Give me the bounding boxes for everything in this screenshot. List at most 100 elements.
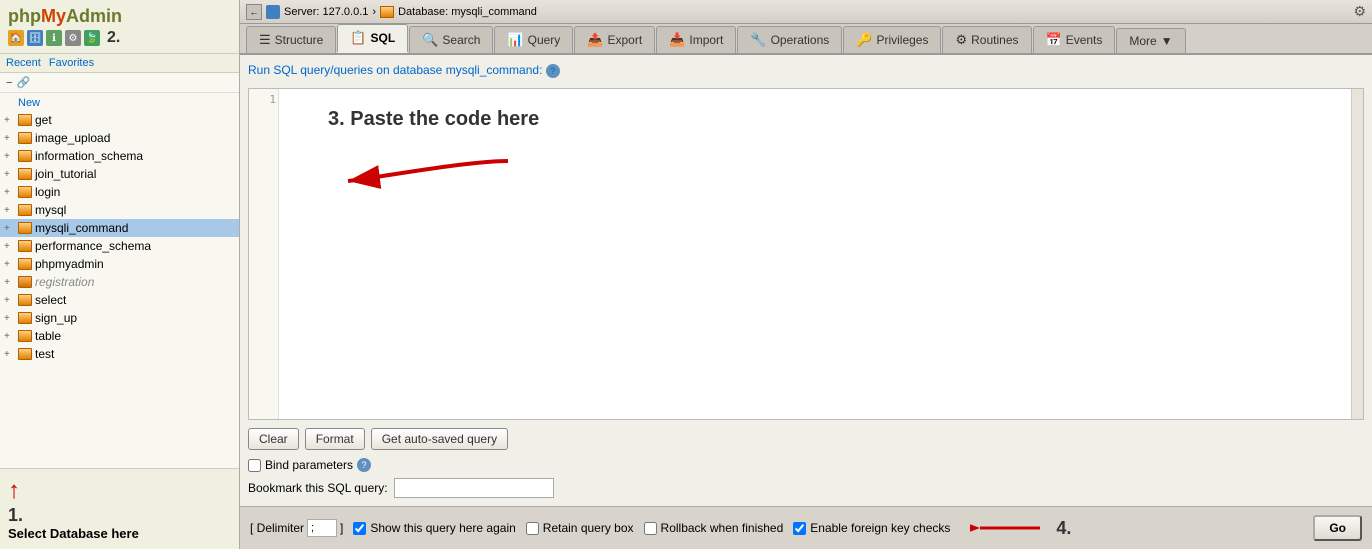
db-select[interactable]: + select [0, 291, 239, 309]
db-login[interactable]: + login [0, 183, 239, 201]
sql-editor-container: 1 [248, 88, 1364, 420]
editor-wrapper: 1 3. Paste the code here [248, 88, 1364, 420]
db-folder-icon [18, 131, 32, 145]
back-btn[interactable]: ← [246, 4, 262, 20]
delimiter-group: [ Delimiter ] [250, 519, 343, 537]
autosave-button[interactable]: Get auto-saved query [371, 428, 508, 450]
expand-icon: + [4, 205, 16, 216]
db-sign-up[interactable]: + sign_up [0, 309, 239, 327]
structure-tab-icon: ☰ [259, 32, 271, 48]
rollback-group: Rollback when finished [644, 521, 784, 535]
expand-icon: + [4, 277, 16, 288]
sidebar-bottom: ↑ 1. Select Database here [0, 468, 239, 549]
settings-icon-small[interactable]: ⚙ [65, 30, 81, 46]
db-test[interactable]: + test [0, 345, 239, 363]
tab-export[interactable]: 📤 Export [574, 26, 655, 53]
tab-search[interactable]: 🔍 Search [409, 26, 493, 53]
sql-content: Run SQL query/queries on database mysqli… [240, 55, 1372, 506]
bind-params-help-icon[interactable]: ? [357, 458, 371, 472]
expand-icon: + [4, 259, 16, 270]
db-phpmyadmin[interactable]: + phpmyadmin [0, 255, 239, 273]
sql-tab-icon: 📋 [350, 30, 366, 46]
arrow-right-4-svg [970, 513, 1050, 543]
show-again-checkbox[interactable] [353, 522, 366, 535]
db-folder-icon [18, 221, 32, 235]
db-mysqli-command[interactable]: + mysqli_command [0, 219, 239, 237]
bind-params-row: Bind parameters ? [248, 458, 1364, 472]
db-information-schema[interactable]: + information_schema [0, 147, 239, 165]
sql-editor[interactable] [279, 89, 1363, 419]
bookmark-input[interactable] [394, 478, 554, 498]
tab-sql[interactable]: 📋 SQL [337, 24, 408, 53]
tabbar: ☰ Structure 📋 SQL 🔍 Search 📊 Query 📤 Exp… [240, 24, 1372, 55]
settings-icon[interactable]: ⚙ [1353, 3, 1366, 20]
db-image-upload[interactable]: + image_upload [0, 129, 239, 147]
arrow-up-icon: ↑ [8, 477, 231, 505]
editor-scrollbar[interactable] [1351, 89, 1363, 419]
import-tab-icon: 📥 [669, 32, 685, 48]
bind-params-checkbox[interactable] [248, 459, 261, 472]
db-registration[interactable]: + registration [0, 273, 239, 291]
expand-icon: + [4, 151, 16, 162]
go-button[interactable]: Go [1313, 515, 1362, 541]
db-performance-schema[interactable]: + performance_schema [0, 237, 239, 255]
events-tab-icon: 📅 [1046, 32, 1062, 48]
db-folder-icon [18, 167, 32, 181]
tab-structure[interactable]: ☰ Structure [246, 26, 336, 53]
expand-icon: + [4, 313, 16, 324]
button-row: Clear Format Get auto-saved query [248, 426, 1364, 452]
sidebar: phpMyAdmin 🏠 🗄 ℹ ⚙ 🍃 2. Recent Favorites… [0, 0, 240, 549]
collapse-btn[interactable]: − [6, 77, 12, 89]
privileges-tab-icon: 🔑 [856, 32, 872, 48]
tab-events[interactable]: 📅 Events [1033, 26, 1116, 53]
db-join-tutorial[interactable]: + join_tutorial [0, 165, 239, 183]
expand-icon: + [4, 241, 16, 252]
db-mysql[interactable]: + mysql [0, 201, 239, 219]
expand-icon: + [4, 349, 16, 360]
sidebar-controls: − 🔗 [0, 73, 239, 93]
sidebar-header: phpMyAdmin 🏠 🗄 ℹ ⚙ 🍃 2. [0, 0, 239, 54]
tab-routines[interactable]: ⚙ Routines [942, 26, 1031, 53]
expand-icon: + [4, 169, 16, 180]
home-icon[interactable]: 🏠 [8, 30, 24, 46]
badge-4-group: 4. [970, 513, 1071, 543]
db-folder-icon [18, 347, 32, 361]
expand-icon: + [4, 331, 16, 342]
tab-query[interactable]: 📊 Query [494, 26, 573, 53]
favorites-link[interactable]: Favorites [49, 57, 94, 69]
expand-icon: + [4, 187, 16, 198]
show-again-group: Show this query here again [353, 521, 515, 535]
search-tab-icon: 🔍 [422, 32, 438, 48]
link-btn[interactable]: 🔗 [16, 76, 30, 89]
bookmark-row: Bookmark this SQL query: [248, 478, 1364, 498]
query-tab-icon: 📊 [507, 32, 523, 48]
db-folder-icon [18, 329, 32, 343]
db-icon-small[interactable]: 🗄 [27, 30, 43, 46]
bottom-bar: [ Delimiter ] Show this query here again… [240, 506, 1372, 549]
expand-icon: + [4, 115, 16, 126]
format-button[interactable]: Format [305, 428, 365, 450]
db-folder-icon [18, 239, 32, 253]
db-get[interactable]: + get [0, 111, 239, 129]
tab-import[interactable]: 📥 Import [656, 26, 736, 53]
query-header: Run SQL query/queries on database mysqli… [248, 63, 1364, 78]
tab-operations[interactable]: 🔧 Operations [737, 26, 842, 53]
clear-button[interactable]: Clear [248, 428, 299, 450]
db-folder-icon [18, 275, 32, 289]
info-icon[interactable]: ℹ [46, 30, 62, 46]
foreign-key-checkbox[interactable] [793, 522, 806, 535]
db-folder-icon [18, 185, 32, 199]
rollback-checkbox[interactable] [644, 522, 657, 535]
recent-link[interactable]: Recent [6, 57, 41, 69]
tab-more[interactable]: More ▼ [1116, 28, 1185, 53]
expand-icon: + [4, 133, 16, 144]
tab-privileges[interactable]: 🔑 Privileges [843, 26, 941, 53]
header-help-icon[interactable]: ? [546, 64, 560, 78]
logo-icons: 🏠 🗄 ℹ ⚙ 🍃 2. [8, 29, 122, 47]
delimiter-input[interactable] [307, 519, 337, 537]
db-folder-icon [18, 113, 32, 127]
retain-checkbox[interactable] [526, 522, 539, 535]
db-new[interactable]: New [0, 95, 239, 111]
db-table[interactable]: + table [0, 327, 239, 345]
database-icon [380, 6, 394, 18]
